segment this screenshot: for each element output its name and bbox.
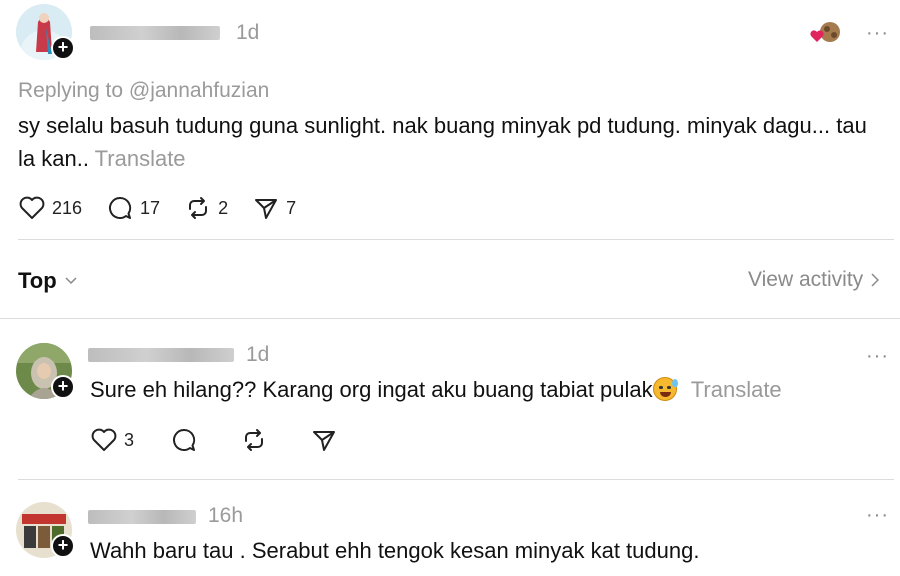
more-options-icon[interactable]: ··· [866,345,889,368]
send-icon [313,431,336,451]
like-button[interactable]: 3 [90,427,134,453]
reply-text: Sure eh hilang?? Karang org ingat aku bu… [90,373,880,406]
reply-post: + 16h ··· Wahh baru tau . Serabut ehh te… [0,480,900,576]
view-activity-label: View activity [748,268,864,291]
follow-plus-icon[interactable]: + [51,36,75,60]
comment-button[interactable] [170,427,204,453]
username-redacted[interactable] [88,510,196,524]
repost-button[interactable]: 2 [184,195,228,221]
sort-label: Top [18,268,57,293]
reply-text: Wahh baru tau . Serabut ehh tengok kesan… [90,534,880,567]
post-timestamp: 1d [236,21,260,44]
main-post: + 1d ··· Replying to @jannahfuzian sy se… [0,0,900,240]
repost-count: 2 [218,197,229,218]
reply-timestamp: 1d [246,343,270,366]
like-count: 3 [124,429,135,450]
more-options-icon[interactable]: ··· [866,504,889,527]
reply-text-content: Wahh baru tau . Serabut ehh tengok kesan… [90,538,700,563]
share-button[interactable]: 7 [252,195,296,221]
chevron-down-icon [65,277,77,285]
reply-post: + 1d ··· Sure eh hilang?? Karang org ing… [0,319,900,479]
comment-icon [109,196,132,219]
post-actions: 216 17 2 7 [18,195,320,221]
share-button[interactable] [310,427,344,453]
more-options-icon[interactable]: ··· [866,22,889,45]
repost-icon [189,197,208,219]
chevron-right-icon [871,273,880,287]
reply-actions: 3 [90,427,368,453]
comment-button[interactable]: 17 [106,195,160,221]
follow-plus-icon[interactable]: + [51,375,75,399]
heart-icon [19,196,45,219]
divider [18,239,894,240]
heart-icon [91,428,117,451]
translate-link[interactable]: Translate [691,377,782,402]
repost-icon [245,429,264,451]
like-count: 216 [52,197,83,218]
follow-plus-icon[interactable]: + [51,534,75,558]
username-redacted[interactable] [90,26,220,40]
reply-text-content: Sure eh hilang?? Karang org ingat aku bu… [90,377,653,402]
liked-by-avatar-icon[interactable] [808,20,842,46]
replying-to[interactable]: Replying to @jannahfuzian [18,79,269,103]
send-icon [255,199,278,219]
view-activity-link[interactable]: View activity [748,268,880,292]
like-button[interactable]: 216 [18,195,82,221]
reply-timestamp: 16h [208,504,244,527]
translate-link[interactable]: Translate [95,146,186,171]
username-redacted[interactable] [88,348,234,362]
share-count: 7 [286,197,297,218]
sweat-smile-emoji-icon [652,377,678,401]
comment-icon [173,428,196,451]
sort-dropdown[interactable]: Top [18,268,77,294]
comment-count: 17 [140,197,161,218]
post-text: sy selalu basuh tudung guna sunlight. na… [18,109,888,175]
repost-button[interactable] [240,427,274,453]
